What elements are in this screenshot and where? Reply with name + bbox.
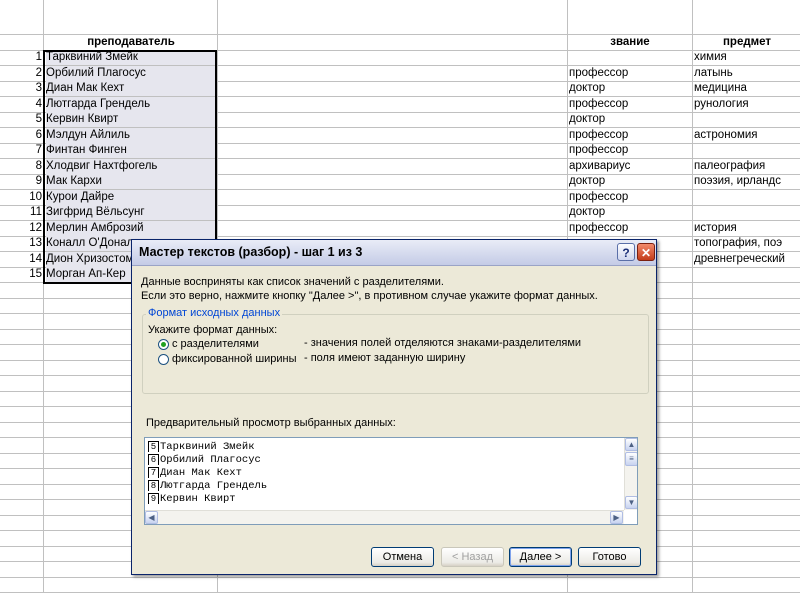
format-prompt: Укажите формат данных: — [148, 324, 278, 336]
close-icon[interactable]: ✕ — [637, 243, 655, 261]
cell-rank[interactable]: профессор — [569, 221, 691, 236]
preview-line: 6 Орбилий Плагосус — [148, 454, 261, 466]
radio-delimited-label[interactable]: с разделителями — [172, 338, 259, 351]
intro-text-1: Данные восприняты как список значений с … — [141, 276, 444, 288]
cell-rank[interactable]: профессор — [569, 97, 691, 112]
row-number: 7 — [35, 144, 42, 156]
row-number: 14 — [29, 253, 42, 265]
radio-fixed-width-desc: - поля имеют заданную ширину — [304, 352, 466, 364]
cell-rank[interactable]: доктор — [569, 205, 691, 220]
row-number: 13 — [29, 237, 42, 249]
cell-subject[interactable]: история — [694, 221, 800, 236]
row-number: 9 — [35, 175, 42, 187]
cell-subject[interactable]: рунология — [694, 97, 800, 112]
cancel-button[interactable]: Отмена — [371, 547, 434, 567]
dialog-title: Мастер текстов (разбор) - шаг 1 из 3 — [139, 245, 363, 259]
header-subject[interactable]: предмет — [694, 35, 800, 50]
row-number: 11 — [30, 206, 42, 218]
cell-rank[interactable]: доктор — [569, 81, 691, 96]
preview-line: 5 Тарквиний Змейк — [148, 441, 255, 453]
row-number: 6 — [35, 129, 42, 141]
cell-subject[interactable]: топография, поэ — [694, 236, 800, 251]
next-button[interactable]: Далее > — [509, 547, 572, 567]
preview-label: Предварительный просмотр выбранных данны… — [146, 417, 396, 429]
preview-horizontal-scrollbar[interactable]: ◀ ▶ — [145, 510, 624, 524]
finish-button[interactable]: Готово — [578, 547, 641, 567]
cell-subject[interactable]: астрономия — [694, 128, 800, 143]
data-preview[interactable]: 5 Тарквиний Змейк 6 Орбилий Плагосус 7 Диан… — [144, 437, 638, 525]
radio-fixed-width-label[interactable]: фиксированной ширины — [172, 353, 297, 366]
help-icon[interactable]: ? — [617, 243, 635, 261]
cell-subject[interactable]: поэзия, ирландс — [694, 174, 800, 189]
cell-subject[interactable]: химия — [694, 50, 800, 65]
preview-line: 9 Кервин Квирт — [148, 493, 236, 505]
cell-subject[interactable]: латынь — [694, 66, 800, 81]
preview-line: 7 Диан Мак Кехт — [148, 467, 242, 479]
scroll-thumb[interactable]: ≡ — [625, 452, 637, 466]
text-import-wizard-dialog: Мастер текстов (разбор) - шаг 1 из 3 ? ✕… — [131, 239, 657, 575]
row-number: 10 — [29, 191, 42, 203]
cell-rank[interactable]: профессор — [569, 66, 691, 81]
radio-delimited-desc: - значения полей отделяются знаками-разд… — [304, 337, 582, 349]
row-number: 15 — [29, 268, 42, 280]
row-number: 5 — [35, 113, 42, 125]
dialog-titlebar[interactable]: Мастер текстов (разбор) - шаг 1 из 3 ? ✕ — [132, 240, 656, 266]
row-number: 4 — [35, 98, 42, 110]
scroll-left-icon[interactable]: ◀ — [145, 511, 158, 524]
header-rank[interactable]: звание — [569, 35, 691, 50]
scroll-right-icon[interactable]: ▶ — [610, 511, 623, 524]
cell-rank[interactable]: профессор — [569, 128, 691, 143]
cell-rank[interactable]: профессор — [569, 190, 691, 205]
preview-line: 8 Лютгарда Грендель — [148, 480, 267, 492]
row-number: 12 — [29, 222, 42, 234]
row-number: 3 — [35, 82, 42, 94]
cell-subject[interactable]: палеография — [694, 159, 800, 174]
cell-rank[interactable]: архивариус — [569, 159, 691, 174]
row-number: 1 — [35, 51, 42, 63]
scroll-down-icon[interactable]: ▼ — [625, 496, 637, 509]
cell-subject[interactable]: древнегреческий — [694, 252, 800, 267]
intro-text-2: Если это верно, нажмите кнопку "Далее >"… — [141, 290, 598, 302]
header-teacher[interactable]: преподаватель — [46, 35, 216, 50]
group-label: Формат исходных данных — [146, 307, 283, 319]
back-button[interactable]: < Назад — [441, 547, 504, 567]
cell-rank[interactable]: доктор — [569, 112, 691, 127]
row-number: 2 — [35, 67, 42, 79]
radio-delimited[interactable] — [158, 339, 169, 350]
cell-rank[interactable]: доктор — [569, 174, 691, 189]
preview-vertical-scrollbar[interactable]: ▲ ≡ ▼ — [624, 438, 637, 510]
scroll-up-icon[interactable]: ▲ — [625, 438, 637, 451]
row-number: 8 — [35, 160, 42, 172]
cell-rank[interactable]: профессор — [569, 143, 691, 158]
radio-fixed-width[interactable] — [158, 354, 169, 365]
cell-subject[interactable]: медицина — [694, 81, 800, 96]
